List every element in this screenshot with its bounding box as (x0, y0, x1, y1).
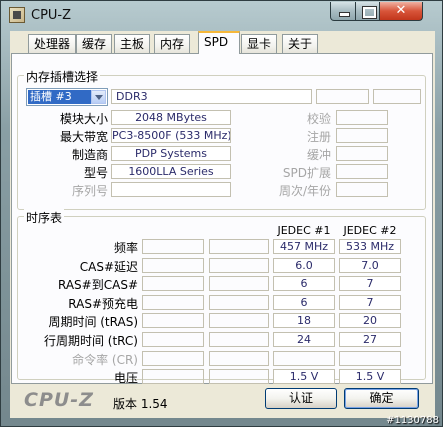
timing-value-col1 (142, 294, 204, 310)
timing-value-col3: 6 (273, 294, 335, 310)
timing-row-label: RAS#到CAS# (58, 278, 138, 293)
timing-value-col3: 1.5 V (273, 369, 335, 385)
timing-value-col3: 6 (273, 276, 335, 292)
spd-page: 内存插槽选择 插槽 #3 DDR3 模块大小 2048 MBytes 最大带宽 … (11, 53, 433, 385)
validate-button[interactable]: 认证 (265, 388, 337, 409)
jedec2-header: JEDEC #2 (343, 224, 397, 237)
ok-button[interactable]: 确定 (344, 388, 419, 409)
slot-select[interactable]: 插槽 #3 (26, 88, 108, 106)
cpu-z-logo: CPU-Z (24, 389, 94, 411)
timing-value-col2 (209, 369, 269, 385)
manufacturer-value: PDP Systems (111, 146, 231, 161)
timing-value-col4: 7 (339, 276, 401, 292)
minimize-button[interactable] (330, 2, 356, 21)
timing-value-col4 (339, 350, 401, 366)
part-number-label: 型号 (83, 166, 108, 180)
checksum-label: 校验 (306, 112, 331, 126)
module-size-value: 2048 MBytes (111, 110, 231, 125)
title-bar[interactable]: CPU-Z ✕ (1, 1, 443, 31)
timings-group: 时序表 JEDEC #1 JEDEC #2 频率 457 MHz 533 MHz CA… (17, 209, 426, 385)
timing-row-label: 电压 (113, 371, 138, 386)
timing-value-col3: 24 (273, 332, 335, 347)
timing-row-label: 周期时间 (tRAS) (48, 315, 138, 330)
timing-value-col3: 6.0 (273, 257, 335, 273)
type-extra-field-1 (316, 89, 369, 104)
manufacturer-label: 制造商 (71, 148, 108, 162)
tab-spd[interactable]: SPD (198, 31, 240, 54)
tab-memory[interactable]: 内存 (154, 34, 191, 53)
version-text: 版本 1.54 (113, 395, 168, 412)
close-button[interactable]: ✕ (379, 2, 423, 21)
serial-number-label: 序列号 (71, 184, 108, 198)
timing-value-col1 (142, 276, 204, 292)
module-size-label: 模块大小 (59, 112, 108, 126)
timing-value-col2 (209, 294, 269, 310)
buffered-value (336, 146, 388, 161)
max-bandwidth-label: 最大带宽 (59, 130, 108, 144)
buffered-label: 缓冲 (306, 148, 331, 162)
timing-value-col2 (209, 257, 269, 273)
timing-value-col1 (142, 239, 204, 254)
timings-group-title: 时序表 (24, 209, 65, 226)
timing-value-col4: 1.5 V (339, 369, 401, 385)
timing-value-col4: 533 MHz (339, 239, 401, 254)
max-bandwidth-value: PC3-8500F (533 MHz) (111, 128, 231, 143)
timing-value-col3: 18 (273, 313, 335, 329)
timing-row-label: 命令率 (CR) (72, 352, 138, 367)
tab-cache[interactable]: 缓存 (76, 34, 113, 53)
window-title: CPU-Z (31, 8, 72, 23)
spd-ext-label: SPD扩展 (282, 166, 331, 180)
timing-value-col1 (142, 369, 204, 385)
timing-value-col4: 7.0 (339, 257, 401, 273)
client-area: 处理器 缓存 主板 内存 SPD 显卡 关于 内存插槽选择 插槽 #3 DDR3… (10, 31, 435, 418)
type-extra-field-2 (373, 89, 421, 104)
registered-value (336, 128, 388, 143)
version-label: 版本 (113, 397, 138, 411)
timing-row-label: 频率 (113, 241, 138, 255)
timing-value-col2 (209, 332, 269, 347)
timing-value-col2 (209, 239, 269, 254)
timing-row-label: RAS#预充电 (68, 296, 138, 311)
app-icon (9, 7, 25, 23)
timing-value-col4: 27 (339, 332, 401, 347)
tab-bar: 处理器 缓存 主板 内存 SPD 显卡 关于 (10, 31, 435, 54)
timing-value-col2 (209, 276, 269, 292)
close-icon: ✕ (395, 3, 407, 18)
version-number: 1.54 (140, 397, 168, 411)
timing-row-label: CAS#延迟 (79, 259, 138, 274)
tab-mainboard[interactable]: 主板 (114, 34, 151, 53)
tab-graphics[interactable]: 显卡 (241, 34, 278, 53)
maximize-button[interactable] (355, 2, 380, 21)
watermark: #1130788 (386, 415, 439, 426)
timing-value-col2 (209, 350, 269, 366)
timing-value-col4: 7 (339, 294, 401, 310)
week-year-value (336, 182, 388, 197)
memory-slot-group: 内存插槽选择 插槽 #3 DDR3 模块大小 2048 MBytes 最大带宽 … (17, 68, 426, 210)
serial-number-value (111, 182, 231, 197)
timing-value-col3: 457 MHz (273, 239, 335, 254)
cpu-z-window: CPU-Z ✕ 处理器 缓存 主板 内存 SPD 显卡 关于 内存插槽选择 插槽… (0, 0, 443, 427)
timing-value-col1 (142, 332, 204, 347)
timing-value-col2 (209, 313, 269, 329)
registered-label: 注册 (306, 130, 331, 144)
part-number-value: 1600LLA Series (111, 164, 231, 179)
spd-ext-value (336, 164, 388, 179)
timing-value-col1 (142, 350, 204, 366)
timing-row-label: 行周期时间 (tRC) (43, 334, 138, 348)
slot-select-value: 插槽 #3 (28, 90, 92, 104)
jedec1-header: JEDEC #1 (277, 224, 331, 237)
timing-value-col1 (142, 313, 204, 329)
tab-processor[interactable]: 处理器 (28, 34, 77, 53)
timing-value-col3 (273, 350, 335, 366)
chevron-down-icon[interactable] (91, 90, 106, 104)
module-type-field: DDR3 (111, 89, 312, 104)
tab-about[interactable]: 关于 (282, 34, 319, 53)
timing-value-col1 (142, 257, 204, 273)
week-year-label: 周次/年份 (278, 184, 331, 198)
checksum-value (336, 110, 388, 125)
timing-value-col4: 20 (339, 313, 401, 329)
memory-slot-group-title: 内存插槽选择 (24, 68, 101, 85)
